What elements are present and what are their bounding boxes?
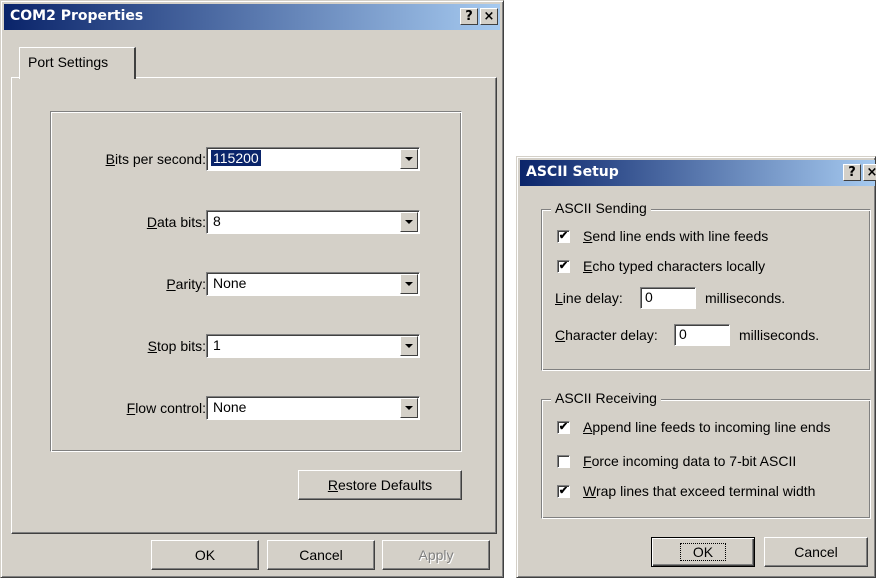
flow-control-select[interactable]: None bbox=[206, 396, 420, 420]
echo-typed-label: Echo typed characters locally bbox=[583, 258, 766, 274]
chevron-down-icon[interactable] bbox=[400, 274, 418, 294]
line-delay-input[interactable]: 0 bbox=[640, 287, 696, 309]
send-line-ends-label: Send line ends with line feeds bbox=[583, 228, 769, 244]
chevron-down-icon[interactable] bbox=[400, 149, 418, 169]
ascii-cancel-button-label: Cancel bbox=[794, 544, 838, 560]
parity-value: None bbox=[213, 275, 247, 291]
parity-label: Parity: bbox=[166, 276, 206, 292]
ok-button[interactable]: OK bbox=[151, 540, 259, 570]
ascii-title-bar[interactable]: ASCII Setup ? × bbox=[520, 160, 876, 186]
force-7bit-label: Force incoming data to 7-bit ASCII bbox=[583, 453, 797, 469]
ascii-receiving-legend: ASCII Receiving bbox=[551, 390, 661, 406]
cancel-button[interactable]: Cancel bbox=[267, 540, 375, 570]
line-delay-label: Line delay: bbox=[555, 290, 623, 306]
bits-per-second-label: Bits per second: bbox=[105, 151, 206, 167]
apply-button[interactable]: Apply bbox=[382, 540, 490, 570]
com2-window-title: COM2 Properties bbox=[10, 8, 144, 24]
restore-defaults-button[interactable]: Restore Defaults bbox=[298, 470, 462, 500]
ok-button-label: OK bbox=[194, 547, 216, 563]
data-bits-select[interactable]: 8 bbox=[206, 210, 420, 234]
com2-title-bar[interactable]: COM2 Properties ? × bbox=[4, 4, 500, 30]
ascii-sending-legend: ASCII Sending bbox=[551, 200, 651, 216]
line-delay-unit: milliseconds. bbox=[705, 290, 786, 306]
echo-typed-checkbox[interactable]: ✔ bbox=[557, 260, 570, 273]
append-line-feeds-checkbox[interactable]: ✔ bbox=[557, 421, 570, 434]
character-delay-unit: milliseconds. bbox=[739, 327, 820, 343]
com2-properties-window: COM2 Properties ? × Port Settings Bits p… bbox=[0, 0, 504, 578]
bits-per-second-select[interactable]: 115200 bbox=[206, 147, 420, 171]
force-7bit-checkbox[interactable] bbox=[557, 455, 570, 468]
stop-bits-value: 1 bbox=[213, 337, 221, 353]
flow-control-value: None bbox=[213, 399, 247, 415]
ascii-ok-button-label: OK bbox=[679, 543, 727, 561]
parity-select[interactable]: None bbox=[206, 272, 420, 296]
tab-port-settings-label: Port Settings bbox=[28, 54, 109, 70]
chevron-down-icon[interactable] bbox=[400, 398, 418, 418]
help-button[interactable]: ? bbox=[460, 8, 478, 25]
wrap-lines-checkbox[interactable]: ✔ bbox=[557, 485, 570, 498]
data-bits-label: Data bits: bbox=[146, 214, 206, 230]
restore-defaults-label: Restore Defaults bbox=[327, 477, 433, 493]
bits-per-second-value: 115200 bbox=[211, 150, 261, 166]
append-line-feeds-label: Append line feeds to incoming line ends bbox=[583, 419, 831, 435]
ascii-ok-button[interactable]: OK bbox=[651, 537, 755, 567]
tab-port-settings[interactable]: Port Settings bbox=[19, 47, 136, 79]
help-button[interactable]: ? bbox=[843, 164, 861, 181]
cancel-button-label: Cancel bbox=[299, 547, 343, 563]
character-delay-input[interactable]: 0 bbox=[674, 324, 730, 346]
send-line-ends-checkbox[interactable]: ✔ bbox=[557, 230, 570, 243]
wrap-lines-label: Wrap lines that exceed terminal width bbox=[583, 483, 816, 499]
ascii-setup-window: ASCII Setup ? × ASCII Sending ✔ Send lin… bbox=[516, 156, 876, 578]
ascii-cancel-button[interactable]: Cancel bbox=[764, 537, 868, 567]
chevron-down-icon[interactable] bbox=[400, 212, 418, 232]
chevron-down-icon[interactable] bbox=[400, 336, 418, 356]
port-settings-panel: Bits per second: 115200 Data bits: 8 Par… bbox=[11, 77, 497, 534]
flow-control-label: Flow control: bbox=[126, 400, 206, 416]
data-bits-value: 8 bbox=[213, 213, 221, 229]
close-button[interactable]: × bbox=[480, 8, 498, 25]
stop-bits-label: Stop bits: bbox=[147, 338, 206, 354]
apply-button-label: Apply bbox=[418, 547, 454, 563]
close-button[interactable]: × bbox=[863, 164, 876, 181]
character-delay-label: Character delay: bbox=[555, 327, 658, 343]
ascii-window-title: ASCII Setup bbox=[526, 164, 619, 180]
stop-bits-select[interactable]: 1 bbox=[206, 334, 420, 358]
